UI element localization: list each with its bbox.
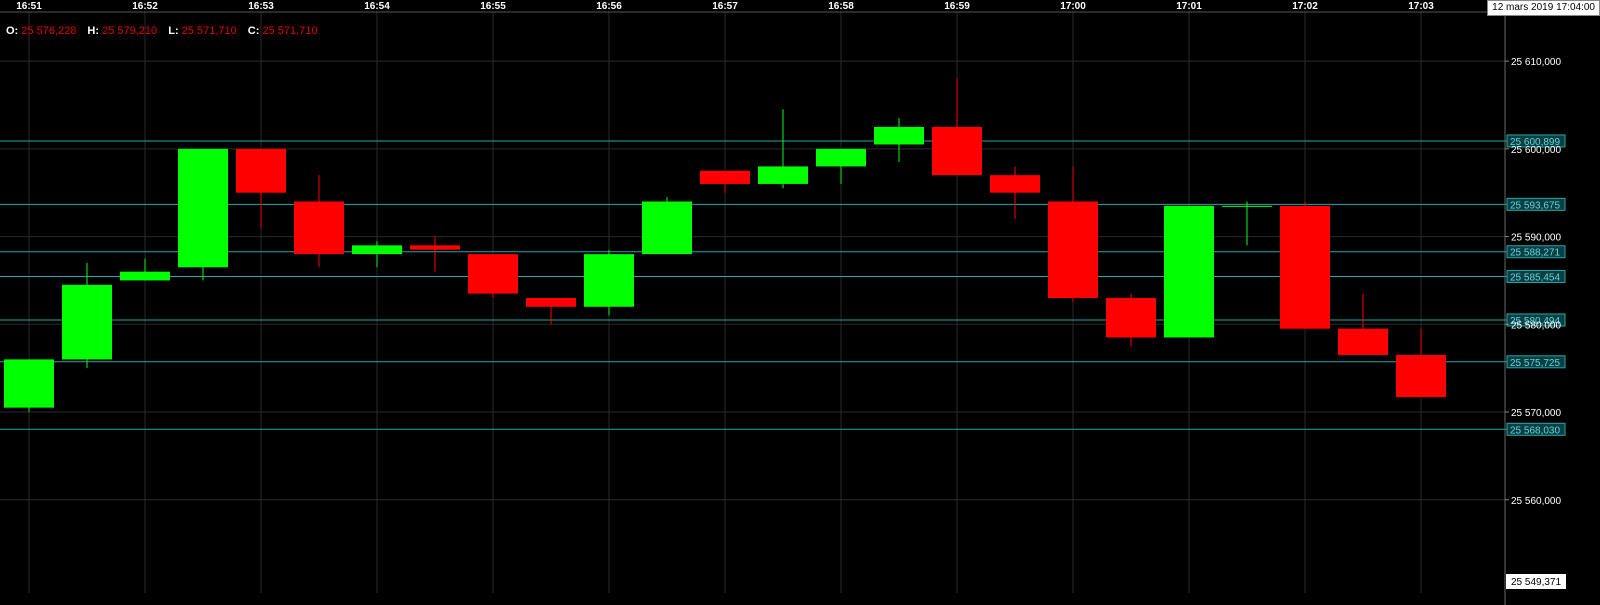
time-tick-label: 17:02 <box>1292 1 1318 12</box>
time-tick-label: 16:56 <box>596 1 622 12</box>
price-tick-label: 25 570,000 <box>1511 408 1561 419</box>
candle-body-down <box>932 126 982 176</box>
timestamp-label: 12 mars 2019 17:04:00 <box>1487 0 1600 16</box>
open-label: O: <box>6 25 19 37</box>
close-value: 25 571,710 <box>262 25 318 37</box>
time-axis: 16:51 16:52 16:53 16:54 16:55 16:56 16:57 16:58… <box>0 0 1600 13</box>
grid-lines <box>0 12 1505 593</box>
price-level-label: 25 585,454 <box>1510 272 1560 283</box>
candle-body-down <box>1280 205 1330 329</box>
candlestick-chart[interactable]: 25 600,89925 593,67525 588,27125 585,454… <box>0 0 1600 605</box>
candle-body-up <box>642 201 692 255</box>
price-level-label: 25 593,675 <box>1510 200 1560 211</box>
open-value: 25 576,228 <box>21 25 77 37</box>
time-tick-label: 16:55 <box>480 1 506 12</box>
candle-body-down <box>294 201 344 255</box>
candle-body-down <box>1048 201 1098 298</box>
time-tick-label: 16:53 <box>248 1 274 12</box>
high-label: H: <box>87 25 100 37</box>
low-label: L: <box>168 25 179 37</box>
price-tick-label: 25 610,000 <box>1511 57 1561 68</box>
price-level-label: 25 588,271 <box>1510 248 1560 259</box>
time-tick-label: 16:54 <box>364 1 390 12</box>
time-axis-band <box>0 0 1600 12</box>
price-tick-label: 25 580,000 <box>1511 320 1561 331</box>
time-tick-label: 16:57 <box>712 1 738 12</box>
candle-body-down <box>1338 328 1388 356</box>
price-tick-label: 25 560,000 <box>1511 496 1561 507</box>
candle-body-down <box>1396 355 1446 398</box>
high-value: 25 579,210 <box>102 25 158 37</box>
time-tick-label: 17:01 <box>1176 1 1202 12</box>
candle-body-down <box>468 254 518 294</box>
candle-body-down <box>1106 297 1156 338</box>
price-tick-label: 25 590,000 <box>1511 233 1561 244</box>
candle-body-up <box>1164 205 1214 338</box>
candle-body-up <box>584 254 634 307</box>
time-tick-label: 17:03 <box>1408 1 1434 12</box>
min-price-label: 25 549,371 <box>1511 577 1561 588</box>
candle-body-up <box>62 284 112 360</box>
close-label: C: <box>247 25 260 37</box>
candle-body-down <box>700 170 750 184</box>
ohlc-readout: O: 25 576,228 H: 25 579,210 L: 25 571,71… <box>6 25 326 37</box>
candle-body-up <box>178 148 228 268</box>
time-tick-label: 16:58 <box>828 1 854 12</box>
time-tick-label: 16:52 <box>132 1 158 12</box>
candle-body-up <box>120 271 170 281</box>
candle-body-up <box>352 245 402 255</box>
candle-body-down <box>410 245 460 250</box>
price-tick-label: 25 600,000 <box>1511 145 1561 156</box>
time-tick-label: 17:00 <box>1060 1 1086 12</box>
price-axis: 25 610,000 25 600,000 25 590,000 25 580,000… <box>1504 0 1566 605</box>
time-tick-label: 16:59 <box>944 1 970 12</box>
candle-body-down <box>526 297 576 307</box>
price-level-label: 25 575,725 <box>1510 358 1560 369</box>
price-level-label: 25 568,030 <box>1510 425 1560 436</box>
candle-body-down <box>990 175 1040 193</box>
low-value: 25 571,710 <box>181 25 237 37</box>
candle-body-up <box>816 148 866 167</box>
candle-body-up <box>1222 205 1272 207</box>
candle-body-up <box>758 166 808 184</box>
candle-body-up <box>874 126 924 145</box>
time-tick-label: 16:51 <box>16 1 42 12</box>
candle-body-up <box>4 359 54 408</box>
candle-body-down <box>236 148 286 193</box>
